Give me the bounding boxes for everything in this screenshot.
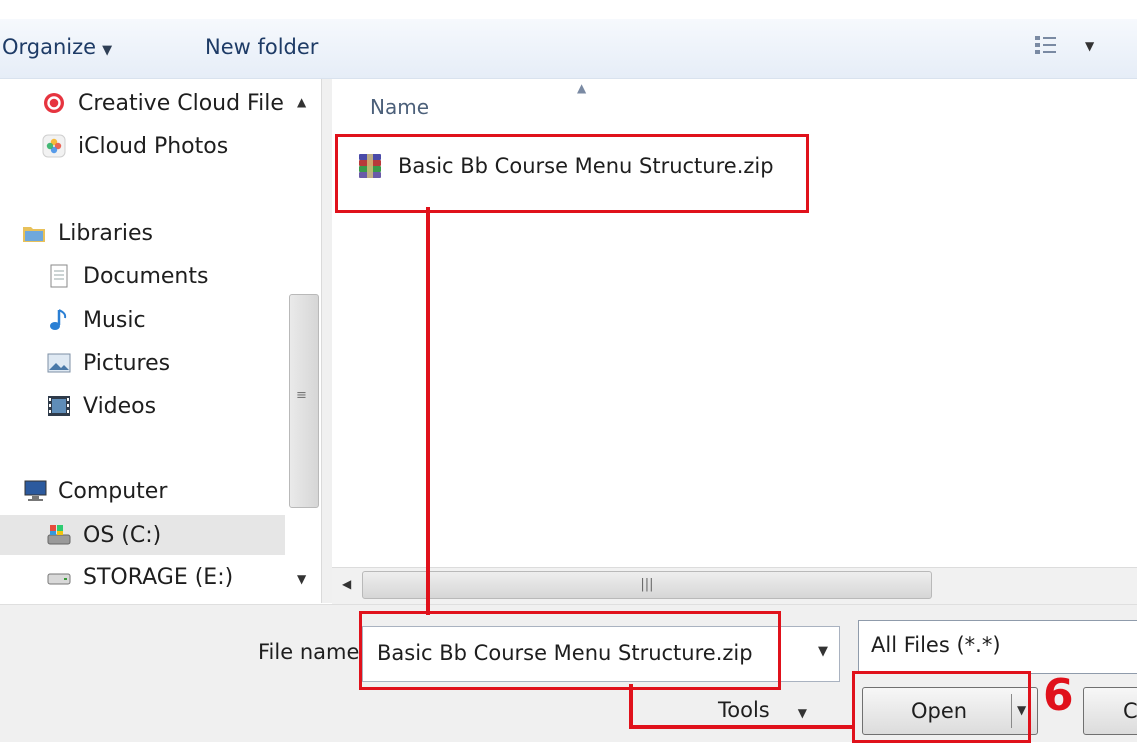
nav-item-creative-cloud[interactable]: Creative Cloud File	[42, 83, 284, 123]
nav-item-videos[interactable]: Videos	[47, 386, 156, 426]
creative-cloud-icon	[42, 91, 66, 115]
new-folder-label: New folder	[205, 35, 319, 59]
nav-item-label: Pictures	[83, 350, 171, 376]
computer-icon	[22, 479, 47, 503]
file-name-dropdown-icon[interactable]: ▼	[818, 644, 828, 659]
file-type-select[interactable]: All Files (*.*)	[858, 620, 1137, 674]
annotation-connector	[629, 684, 633, 728]
toolbar: Organize ▼ New folder ▼	[0, 19, 1137, 79]
grip-icon: ≡	[296, 388, 307, 403]
os-drive-icon	[47, 523, 71, 547]
nav-item-storage-e[interactable]: STORAGE (E:)	[47, 557, 233, 597]
annotation-connector	[426, 207, 430, 615]
tools-label: Tools	[718, 698, 770, 722]
nav-item-label: iCloud Photos	[78, 133, 229, 159]
cancel-button[interactable]: C	[1083, 687, 1137, 735]
highlight-open-button	[852, 671, 1031, 743]
storage-drive-icon	[47, 565, 71, 589]
nav-item-label: Computer	[58, 478, 168, 504]
nav-item-computer[interactable]: Computer	[22, 471, 167, 511]
nav-item-label: STORAGE (E:)	[83, 564, 234, 590]
nav-item-pictures[interactable]: Pictures	[47, 343, 170, 383]
cancel-label: C	[1123, 699, 1137, 723]
scroll-left-arrow-icon[interactable]: ◀	[342, 577, 351, 591]
nav-item-label: Creative Cloud File	[78, 90, 284, 116]
nav-item-label: Libraries	[58, 220, 154, 246]
navigation-pane: Creative Cloud File ▲ iCloud Photos Libr…	[0, 79, 322, 603]
new-folder-button[interactable]: New folder	[205, 35, 318, 59]
tools-button[interactable]: Tools ▼	[718, 698, 807, 722]
libraries-icon	[22, 221, 46, 245]
nav-item-label: Music	[83, 307, 146, 333]
highlight-file-item	[335, 134, 809, 213]
videos-icon	[47, 394, 71, 418]
horizontal-scrollbar-thumb[interactable]: |||	[362, 571, 932, 599]
nav-item-libraries[interactable]: Libraries	[22, 213, 153, 253]
step-number-label: 6	[1043, 670, 1074, 721]
nav-item-music[interactable]: Music	[47, 300, 146, 340]
nav-item-documents[interactable]: Documents	[47, 256, 208, 296]
chevron-down-icon: ▼	[102, 43, 113, 58]
view-menu-chevron-icon[interactable]: ▼	[1085, 39, 1094, 53]
organize-button[interactable]: Organize ▼	[2, 35, 112, 59]
organize-label: Organize	[2, 35, 97, 59]
file-name-label: File name	[258, 640, 360, 664]
pictures-icon	[47, 351, 71, 375]
chevron-down-icon: ▼	[797, 706, 807, 720]
sort-ascending-icon: ▲	[577, 81, 587, 95]
name-column-header[interactable]: Name	[370, 95, 429, 119]
annotation-connector	[629, 725, 854, 729]
nav-scrollbar-thumb[interactable]: ≡	[289, 294, 319, 508]
view-options-icon[interactable]	[1034, 33, 1058, 59]
highlight-file-name-field	[359, 611, 781, 690]
music-icon	[47, 308, 71, 332]
nav-item-os-c[interactable]: OS (C:)	[0, 515, 285, 555]
nav-item-label: OS (C:)	[83, 522, 162, 548]
nav-item-label: Documents	[83, 263, 209, 289]
nav-item-icloud-photos[interactable]: iCloud Photos	[42, 126, 228, 166]
nav-item-label: Videos	[83, 393, 157, 419]
grip-icon: |||	[640, 577, 654, 592]
icloud-photos-icon	[42, 134, 66, 158]
documents-icon	[47, 264, 71, 288]
file-type-value: All Files (*.*)	[871, 633, 1001, 657]
